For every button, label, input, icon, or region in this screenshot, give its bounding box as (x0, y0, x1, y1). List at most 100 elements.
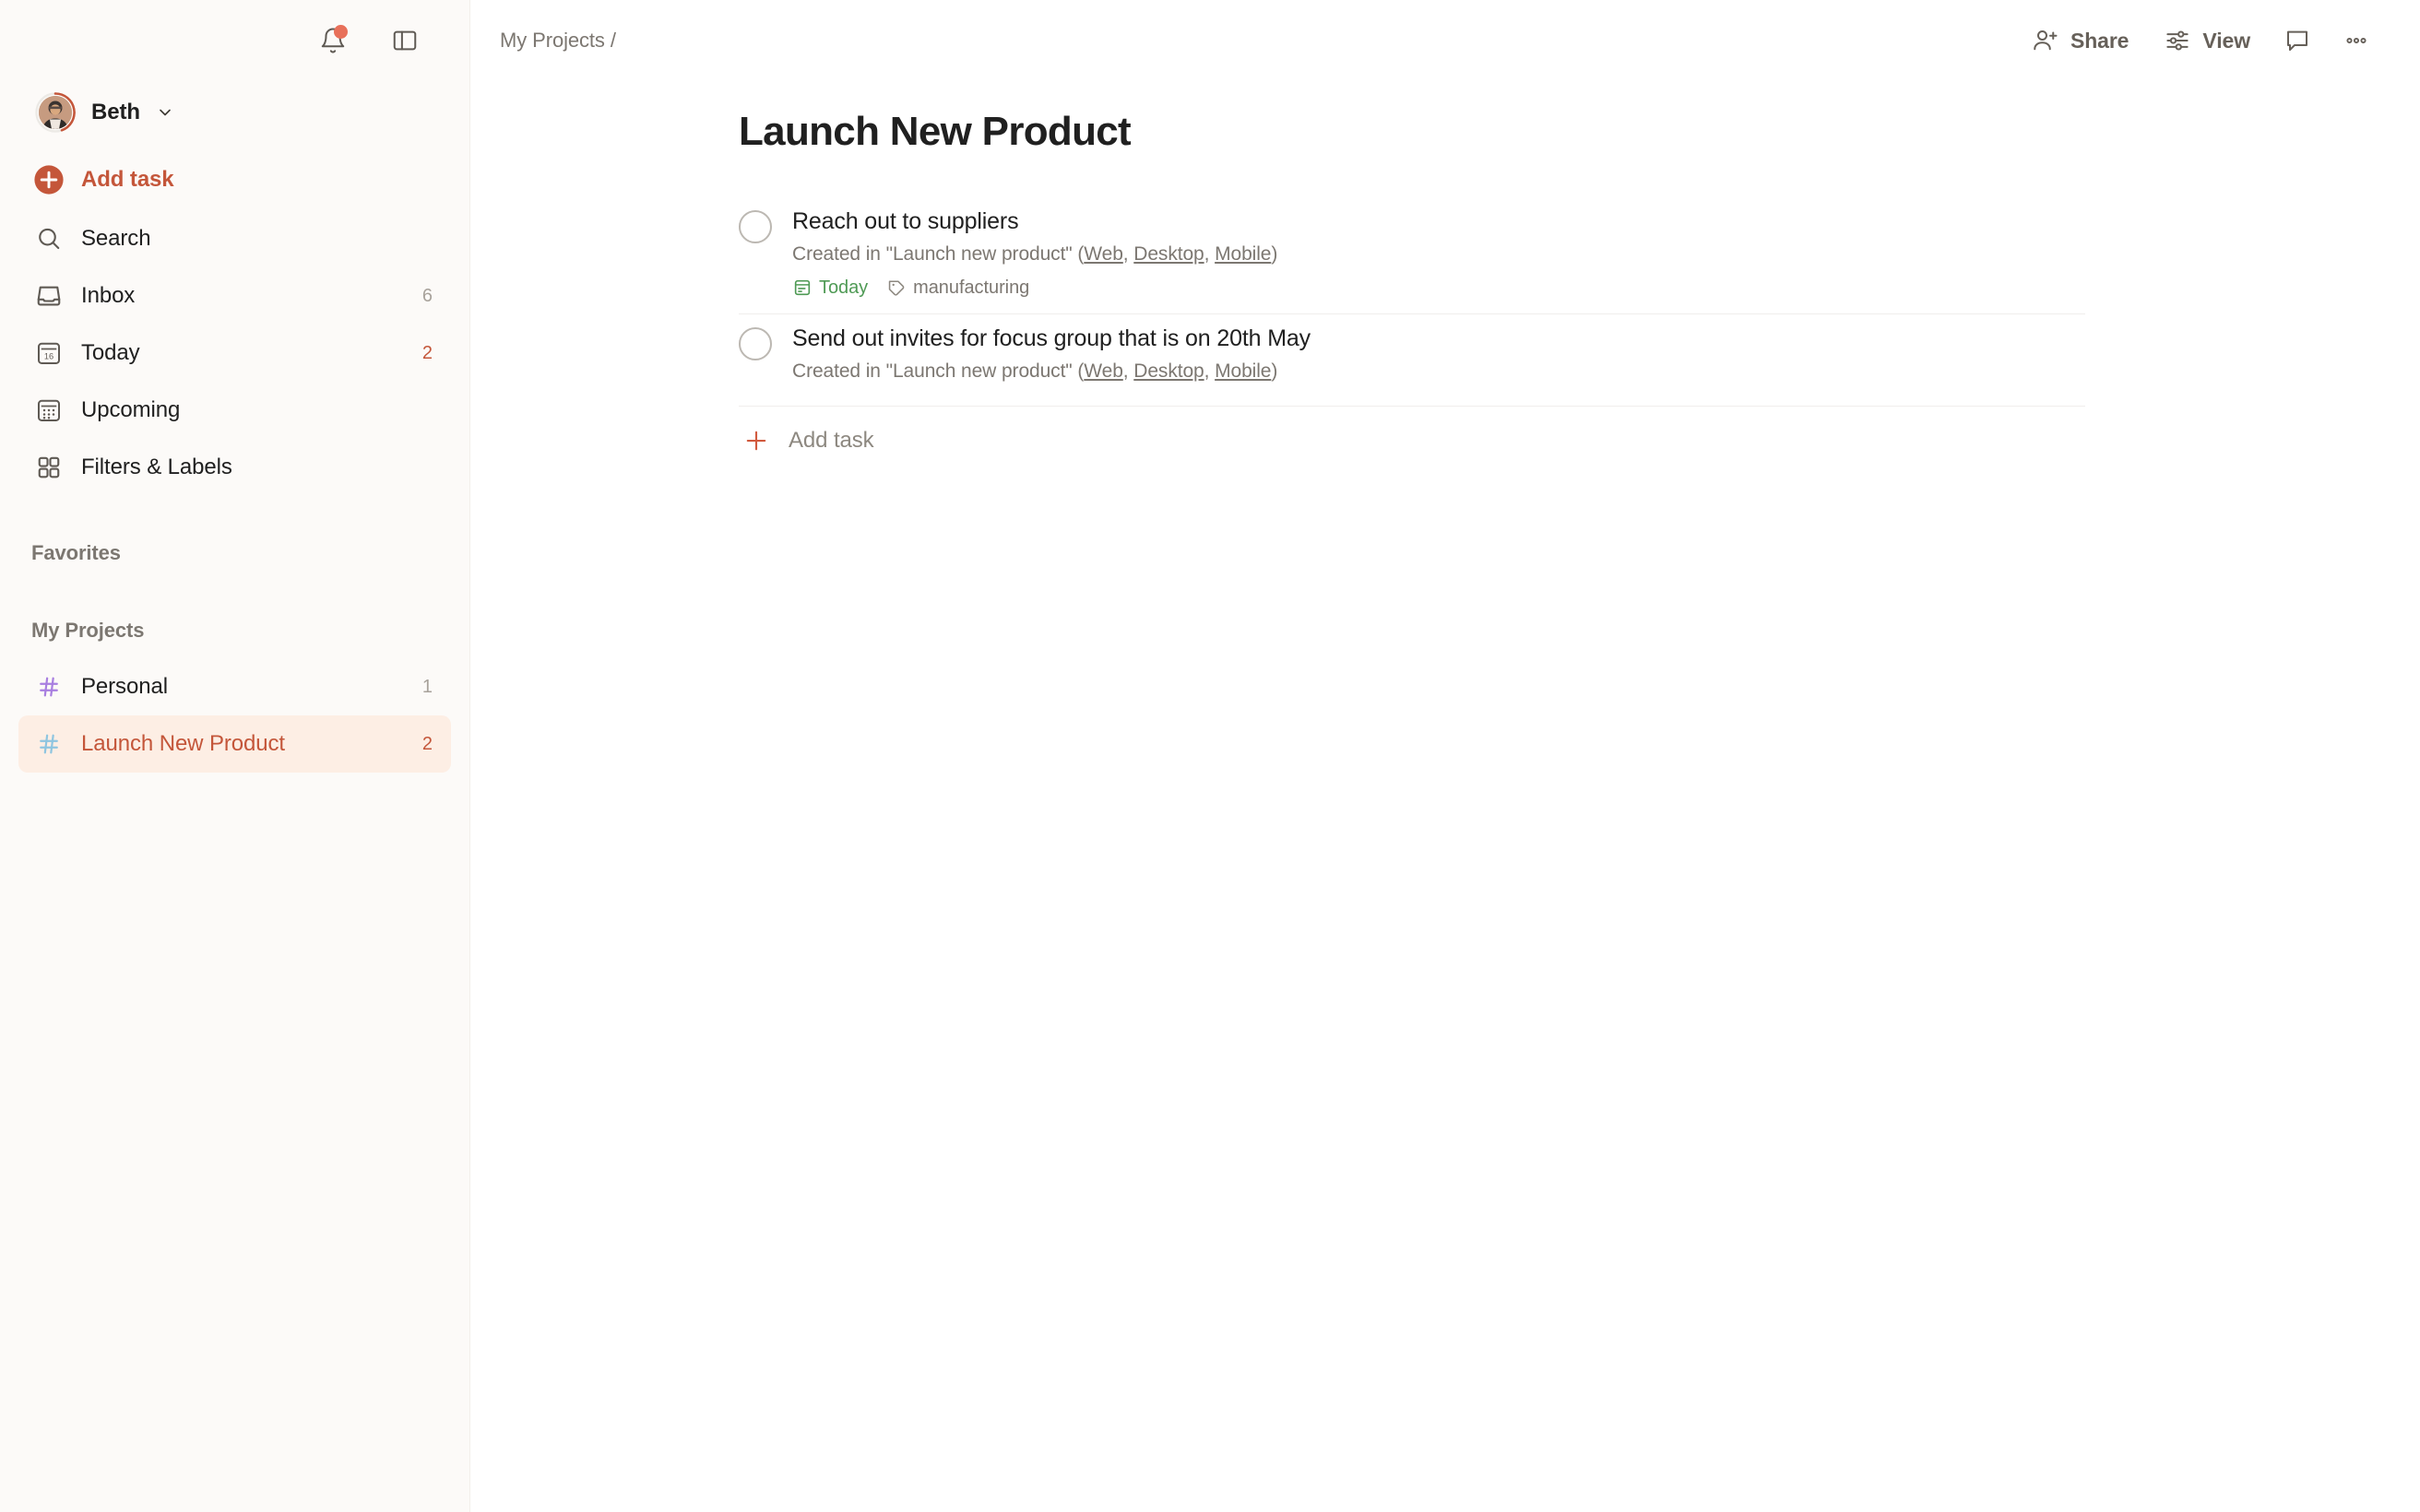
add-task-button[interactable]: Add task (739, 412, 874, 469)
view-label: View (2202, 28, 2250, 53)
sidebar-project-personal[interactable]: Personal 1 (18, 658, 451, 715)
plus-icon (741, 427, 772, 455)
page-title: Launch New Product (739, 109, 1132, 154)
task-link-separator: , (1204, 360, 1216, 383)
sidebar: Beth Add task Search Inbox 6 16 Today 2 … (0, 0, 470, 1512)
task-description-suffix: ) (1271, 243, 1278, 265)
my-projects-heading: My Projects (31, 619, 145, 642)
chevron-down-icon (160, 109, 171, 116)
user-menu-button[interactable]: Beth (22, 87, 187, 138)
sidebar-item-count: 6 (421, 285, 433, 306)
sidebar-project-count: 1 (421, 676, 433, 697)
sidebar-project-launch-new-product[interactable]: Launch New Product 2 (18, 715, 451, 773)
task-link-web[interactable]: Web (1084, 360, 1123, 382)
sidebar-toggle-button[interactable] (379, 15, 431, 66)
sidebar-nav: Search Inbox 6 16 Today 2 Upcoming Filte… (18, 210, 451, 496)
view-button[interactable]: View (2149, 15, 2265, 66)
task-checkbox[interactable] (739, 210, 772, 243)
sidebar-item-count: 2 (421, 342, 433, 363)
task-row[interactable]: Send out invites for focus group that is… (739, 314, 2085, 407)
task-label-chip[interactable]: manufacturing (886, 278, 1029, 299)
task-link-mobile[interactable]: Mobile (1215, 360, 1271, 382)
sidebar-item-inbox[interactable]: Inbox 6 (18, 267, 451, 325)
share-button[interactable]: Share (2017, 15, 2143, 66)
notification-badge-dot (334, 25, 348, 39)
upcoming-icon (31, 396, 66, 424)
comments-button[interactable] (2271, 15, 2324, 66)
upcoming-icon-svg (38, 399, 61, 421)
inbox-icon-svg (37, 286, 61, 306)
calendar-due-icon (794, 280, 811, 296)
sidebar-item-upcoming[interactable]: Upcoming (18, 382, 451, 439)
project-content: Launch New Product Reach out to supplier… (470, 81, 2420, 469)
avatar (35, 92, 76, 133)
svg-text:16: 16 (44, 352, 53, 361)
add-task-label: Add task (789, 427, 874, 453)
task-description-suffix: ) (1271, 360, 1278, 383)
main-content: My Projects / Share View Launch New Prod… (470, 0, 2420, 1512)
task-body: Send out invites for focus group that is… (792, 322, 2085, 392)
sidebar-item-search[interactable]: Search (18, 210, 451, 267)
sidebar-project-label: Launch New Product (81, 731, 285, 756)
filters-icon-svg (38, 456, 60, 478)
task-due-date[interactable]: Today (792, 278, 868, 299)
task-link-mobile[interactable]: Mobile (1215, 243, 1271, 265)
hash-icon-svg (40, 677, 58, 697)
hash-icon (31, 731, 66, 757)
person-add-icon (2034, 30, 2058, 51)
more-options-button[interactable] (2330, 15, 2383, 66)
sidebar-topbar (18, 0, 451, 81)
sidebar-item-today[interactable]: 16 Today 2 (18, 325, 451, 382)
hash-icon-svg (40, 734, 58, 754)
task-link-separator: , (1204, 243, 1216, 265)
search-icon-svg (39, 228, 60, 250)
sidebar-project-count: 2 (421, 733, 433, 754)
sidebar-item-label: Filters & Labels (81, 455, 232, 479)
main-topbar: My Projects / Share View (470, 0, 2420, 81)
tag-icon (888, 280, 905, 296)
comment-icon (2287, 30, 2307, 51)
plus-circle-icon (31, 164, 66, 195)
plus-icon-svg (746, 431, 766, 450)
today-icon-svg: 16 (38, 342, 61, 364)
sidebar-item-label: Inbox (81, 283, 136, 308)
more-horizontal-icon (2346, 37, 2367, 44)
app-root: Beth Add task Search Inbox 6 16 Today 2 … (0, 0, 2420, 1512)
task-body: Reach out to suppliers Created in "Launc… (792, 205, 2085, 301)
avatar-photo-image (39, 96, 72, 129)
task-title: Reach out to suppliers (792, 208, 1019, 234)
task-meta: Today manufacturing (792, 275, 2085, 301)
hash-icon (31, 674, 66, 700)
task-description: Created in "Launch new product" (Web, De… (792, 359, 2085, 384)
notifications-button[interactable] (307, 15, 359, 66)
sidebar-item-label: Upcoming (81, 397, 181, 422)
inbox-icon (31, 282, 66, 310)
sidebar-project-label: Personal (81, 674, 168, 699)
task-description-prefix: Created in "Launch new product" ( (792, 243, 1085, 265)
sidebar-item-label: Today (81, 340, 140, 365)
task-due-label: Today (819, 277, 869, 298)
task-row[interactable]: Reach out to suppliers Created in "Launc… (739, 197, 2085, 315)
sidebar-item-label: Search (81, 226, 151, 251)
task-list: Reach out to suppliers Created in "Launc… (739, 197, 2085, 469)
breadcrumb[interactable]: My Projects / (500, 29, 616, 53)
today-icon: 16 (31, 339, 66, 367)
task-link-separator: , (1122, 360, 1134, 383)
favorites-heading: Favorites (31, 541, 121, 564)
task-checkbox[interactable] (739, 327, 772, 361)
task-link-web[interactable]: Web (1084, 243, 1123, 265)
task-link-desktop[interactable]: Desktop (1133, 360, 1204, 382)
task-link-desktop[interactable]: Desktop (1133, 243, 1204, 265)
sidebar-item-filters-labels[interactable]: Filters & Labels (18, 439, 451, 496)
user-name: Beth (91, 100, 140, 124)
project-list: Personal 1 Launch New Product 2 (18, 658, 451, 773)
plus-circle-icon-svg (34, 165, 64, 195)
sidebar-toggle-icon (393, 30, 417, 51)
avatar-photo (39, 96, 72, 129)
search-icon (31, 225, 66, 253)
topbar-actions: Share View (2017, 15, 2383, 66)
task-description-prefix: Created in "Launch new product" ( (792, 360, 1085, 383)
task-description: Created in "Launch new product" (Web, De… (792, 242, 2085, 267)
task-link-separator: , (1122, 243, 1134, 265)
sidebar-add-task-button[interactable]: Add task (18, 151, 451, 208)
